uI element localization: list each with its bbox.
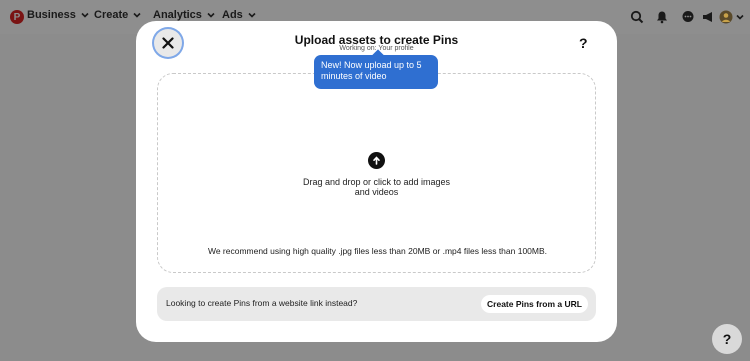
file-recommendation: We recommend using high quality .jpg fil… [207, 246, 548, 256]
bell-icon[interactable] [655, 10, 669, 24]
chevron-down-icon [133, 12, 141, 18]
nav-create-label: Create [94, 9, 129, 21]
nav-business[interactable]: Business [27, 9, 90, 21]
nav-create[interactable]: Create [94, 9, 142, 21]
upload-modal: Upload assets to create Pins Working on:… [136, 21, 617, 342]
account-chevron-down-icon[interactable] [735, 10, 745, 24]
chevron-down-icon [248, 12, 256, 18]
create-pins-from-url-button[interactable]: Create Pins from a URL [481, 295, 588, 313]
chevron-down-icon [81, 12, 89, 18]
url-create-bar: Looking to create Pins from a website li… [157, 287, 596, 321]
megaphone-icon[interactable] [701, 10, 715, 24]
tooltip-text: New! Now upload up to 5 minutes of video [321, 60, 422, 81]
upload-dropzone[interactable]: Drag and drop or click to add images and… [157, 73, 596, 273]
url-prompt: Looking to create Pins from a website li… [166, 298, 358, 308]
pinterest-logo[interactable]: P [10, 10, 24, 24]
dropzone-instructions: Drag and drop or click to add images and… [302, 177, 451, 197]
help-button[interactable]: ? [579, 35, 588, 51]
chevron-down-icon [207, 12, 215, 18]
avatar[interactable] [719, 10, 733, 24]
nav-ads-label: Ads [222, 9, 243, 21]
nav-ads[interactable]: Ads [222, 9, 257, 21]
nav-business-label: Business [27, 9, 76, 21]
help-fab-button[interactable]: ? [712, 324, 742, 354]
video-upload-tooltip: New! Now upload up to 5 minutes of video [314, 49, 438, 89]
messages-icon[interactable] [681, 10, 695, 24]
nav-analytics-label: Analytics [153, 9, 202, 21]
nav-analytics[interactable]: Analytics [153, 9, 216, 21]
search-icon[interactable] [630, 10, 644, 24]
upload-arrow-icon[interactable] [368, 152, 385, 169]
